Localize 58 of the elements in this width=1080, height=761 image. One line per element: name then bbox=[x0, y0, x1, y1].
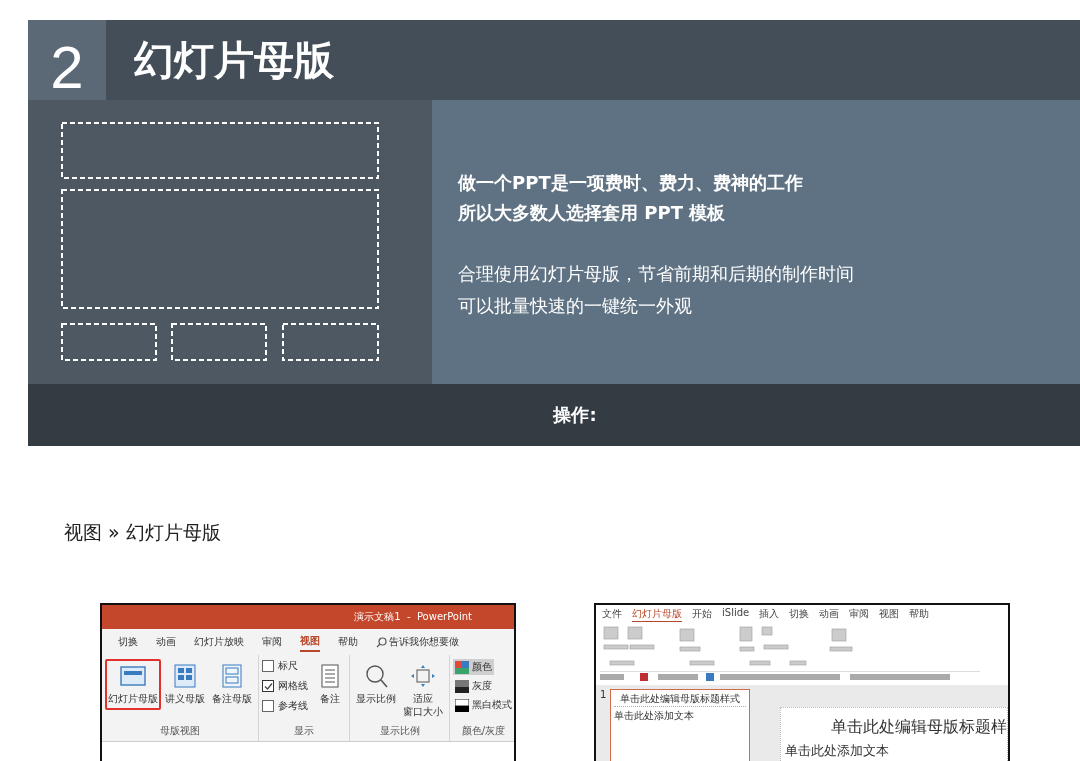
breadcrumb: 视图 » 幻灯片母版 bbox=[64, 520, 222, 545]
ribbon-tab[interactable]: 帮助 bbox=[338, 633, 358, 651]
grayscale-swatch-icon bbox=[455, 679, 469, 693]
ribbon-button[interactable]: 黑白模式 bbox=[453, 697, 514, 713]
notes-page-icon bbox=[219, 664, 245, 688]
ribbon-checkbox[interactable]: 网格线 bbox=[262, 679, 308, 693]
ribbon-button[interactable]: 适应 窗口大小 bbox=[400, 659, 446, 723]
search-hint: 告诉我你想要做 bbox=[389, 635, 459, 649]
slide-title: 单击此处编辑母版标题样 bbox=[831, 716, 1007, 738]
body-line: 可以批量快速的一键统一外观 bbox=[458, 294, 693, 318]
ribbon-tab[interactable]: iSlide bbox=[722, 607, 750, 622]
checkmark-icon bbox=[263, 681, 273, 691]
thumbnail-title: 单击此处编辑母版标题样式 bbox=[614, 692, 747, 707]
ribbon-tab[interactable]: 切换 bbox=[789, 607, 810, 622]
search-icon bbox=[363, 664, 389, 688]
slide-thumbnail[interactable]: 单击此处编辑母版标题样式 单击此处添加文本 bbox=[610, 689, 751, 761]
footer-label: 操作: bbox=[553, 403, 597, 427]
ribbon-tab[interactable]: 视图 bbox=[879, 607, 900, 622]
section-number: 2 bbox=[28, 20, 106, 100]
thumbnail-text: 单击此处添加文本 bbox=[614, 709, 696, 723]
grid-icon bbox=[172, 664, 198, 688]
ribbon-checkbox[interactable]: 标尺 bbox=[262, 659, 308, 673]
ribbon-button[interactable]: 颜色 bbox=[453, 659, 494, 675]
ribbon-tab[interactable]: 幻灯片放映 bbox=[194, 633, 244, 651]
group-label: 显示 bbox=[293, 724, 315, 738]
emphasis-line: 所以大多数人选择套用 PPT 模板 bbox=[458, 201, 727, 225]
group-label: 显示比例 bbox=[378, 724, 421, 738]
group-label: 母版视图 bbox=[159, 724, 201, 738]
ribbon-tab[interactable]: 视图 bbox=[300, 632, 320, 652]
ribbon-button[interactable]: 备注母版 bbox=[209, 659, 255, 710]
ribbon-tab[interactable]: 切换 bbox=[118, 633, 138, 651]
body-line: 合理使用幻灯片母版，节省前期和后期的制作时间 bbox=[458, 262, 855, 286]
ribbon-button[interactable]: 备注 bbox=[314, 659, 346, 710]
ribbon-tab[interactable]: 动画 bbox=[819, 607, 840, 622]
slide-body-text: 单击此处添加文本 bbox=[785, 742, 891, 760]
section-title: 幻灯片母版 bbox=[133, 36, 334, 85]
slide-number: 1 bbox=[599, 689, 607, 702]
ribbon-tab[interactable]: 开始 bbox=[692, 607, 712, 622]
ribbon-tab[interactable]: 插入 bbox=[759, 607, 780, 622]
ribbon-tab[interactable]: 帮助 bbox=[909, 607, 930, 622]
ribbon-tab[interactable]: 幻灯片母版 bbox=[632, 607, 682, 622]
ribbon-tab[interactable]: 文件 bbox=[602, 607, 622, 622]
fit-window-icon bbox=[410, 664, 436, 688]
color-swatch-icon bbox=[455, 660, 469, 674]
ribbon-tab[interactable]: 审阅 bbox=[849, 607, 870, 622]
ribbon-checkbox[interactable]: 参考线 bbox=[262, 699, 308, 713]
ribbon-button[interactable]: 灰度 bbox=[453, 678, 494, 694]
ribbon-button[interactable]: 讲义母版 bbox=[162, 659, 208, 710]
emphasis-line: 做一个PPT是一项费时、费力、费神的工作 bbox=[458, 171, 804, 195]
ribbon-button[interactable]: 显示比例 bbox=[353, 659, 399, 710]
slide-layout-icon bbox=[120, 664, 146, 688]
ribbon-tab[interactable]: 审阅 bbox=[262, 633, 282, 651]
window-title: 演示文稿1 - PowerPoint bbox=[354, 610, 472, 624]
group-label: 颜色/灰度 bbox=[460, 724, 507, 738]
ribbon-button[interactable]: 幻灯片母版 bbox=[105, 659, 161, 710]
search-icon bbox=[376, 636, 387, 648]
ribbon-tab[interactable]: 动画 bbox=[156, 633, 176, 651]
monochrome-swatch-icon bbox=[455, 698, 469, 712]
